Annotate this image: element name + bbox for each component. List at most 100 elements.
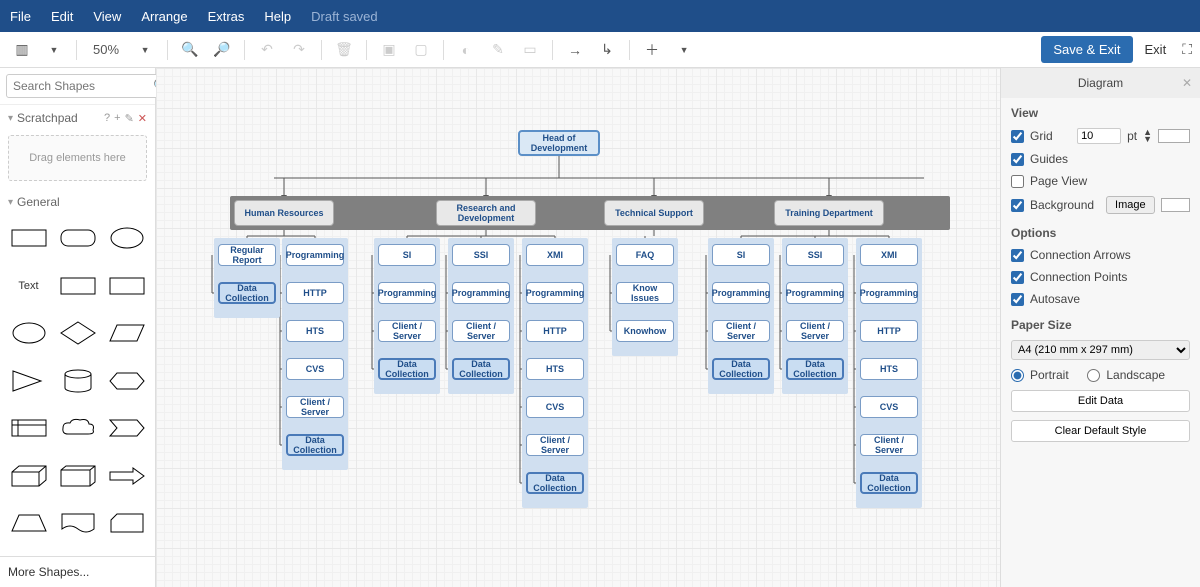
node-1-0-2[interactable]: Client / Server [378, 320, 436, 342]
menu-help[interactable]: Help [264, 9, 291, 24]
node-1-0-0[interactable]: SI [378, 244, 436, 266]
connection-icon[interactable]: → [561, 36, 589, 64]
node-0-1-5[interactable]: Data Collection [286, 434, 344, 456]
shape-diamond[interactable] [57, 318, 98, 348]
shape-cloud[interactable] [57, 413, 98, 443]
shape-roundrect[interactable] [57, 223, 98, 253]
image-button[interactable]: Image [1106, 196, 1155, 214]
node-3-0-3[interactable]: Data Collection [712, 358, 770, 380]
node-3-1-2[interactable]: Client / Server [786, 320, 844, 342]
shadow-icon[interactable]: ▭ [516, 36, 544, 64]
shape-cylinder[interactable] [57, 366, 98, 396]
edit-data-button[interactable]: Edit Data [1011, 390, 1190, 412]
zoom-out-icon[interactable]: 🔎 [208, 36, 236, 64]
node-3-2-2[interactable]: HTTP [860, 320, 918, 342]
node-3-2-5[interactable]: Client / Server [860, 434, 918, 456]
collapse-general-icon[interactable]: ▾ [8, 197, 13, 208]
conn-arrows-check[interactable] [1011, 249, 1024, 262]
zoom-dropdown-icon[interactable]: ▼ [131, 36, 159, 64]
node-3-1-1[interactable]: Programming [786, 282, 844, 304]
shape-internal-storage[interactable] [8, 413, 49, 443]
menu-arrange[interactable]: Arrange [141, 9, 187, 24]
menu-extras[interactable]: Extras [208, 9, 245, 24]
node-0-1-4[interactable]: Client / Server [286, 396, 344, 418]
to-front-icon[interactable]: ▣ [375, 36, 403, 64]
close-scratch-icon[interactable]: ✕ [138, 112, 147, 125]
canvas-area[interactable]: Head of DevelopmentHuman ResourcesResear… [156, 68, 1000, 587]
node-3-1-3[interactable]: Data Collection [786, 358, 844, 380]
node-2-0-0[interactable]: FAQ [616, 244, 674, 266]
node-3-2-3[interactable]: HTS [860, 358, 918, 380]
node-3-2-0[interactable]: XMI [860, 244, 918, 266]
zoom-in-icon[interactable]: 🔍 [176, 36, 204, 64]
autosave-check[interactable] [1011, 293, 1024, 306]
exit-button[interactable]: Exit [1137, 36, 1175, 63]
paper-size-select[interactable]: A4 (210 mm x 297 mm) [1011, 340, 1190, 360]
node-1-2-3[interactable]: HTS [526, 358, 584, 380]
scratchpad-dropzone[interactable]: Drag elements here [8, 135, 147, 181]
collapse-icon[interactable]: ▾ [8, 113, 13, 124]
node-dept-1[interactable]: Research and Development [436, 200, 536, 226]
line-color-icon[interactable]: ✎ [484, 36, 512, 64]
shape-hexagon[interactable] [106, 366, 147, 396]
node-0-0-1[interactable]: Data Collection [218, 282, 276, 304]
node-2-0-1[interactable]: Know Issues [616, 282, 674, 304]
shape-document[interactable] [57, 508, 98, 538]
more-shapes-button[interactable]: More Shapes... [0, 556, 155, 587]
node-1-2-4[interactable]: CVS [526, 396, 584, 418]
node-1-1-0[interactable]: SSI [452, 244, 510, 266]
node-1-0-1[interactable]: Programming [378, 282, 436, 304]
menu-edit[interactable]: Edit [51, 9, 73, 24]
shape-card[interactable] [106, 508, 147, 538]
shape-rect2[interactable] [57, 271, 98, 301]
node-1-1-3[interactable]: Data Collection [452, 358, 510, 380]
node-3-0-0[interactable]: SI [712, 244, 770, 266]
shape-arrow[interactable] [106, 461, 147, 491]
add-dropdown-icon[interactable]: ▼ [670, 36, 698, 64]
page-view-icon[interactable]: ▥ [8, 36, 36, 64]
shape-ellipse[interactable] [106, 223, 147, 253]
edit-scratch-icon[interactable]: ✎ [125, 112, 134, 125]
shape-rect[interactable] [8, 223, 49, 253]
node-3-2-1[interactable]: Programming [860, 282, 918, 304]
pageview-check[interactable] [1011, 175, 1024, 188]
node-1-2-6[interactable]: Data Collection [526, 472, 584, 494]
node-dept-0[interactable]: Human Resources [234, 200, 334, 226]
shape-trapezoid[interactable] [8, 508, 49, 538]
node-1-0-3[interactable]: Data Collection [378, 358, 436, 380]
shape-text[interactable]: Text [8, 271, 49, 301]
node-0-1-2[interactable]: HTS [286, 320, 344, 342]
grid-check[interactable] [1011, 130, 1024, 143]
shape-step[interactable] [106, 413, 147, 443]
node-3-2-6[interactable]: Data Collection [860, 472, 918, 494]
bg-color-swatch[interactable] [1161, 198, 1190, 212]
shape-parallelogram[interactable] [106, 318, 147, 348]
menu-view[interactable]: View [93, 9, 121, 24]
fill-icon[interactable]: ◐ [452, 36, 480, 64]
undo-icon[interactable]: ↶ [253, 36, 281, 64]
shape-triangle[interactable] [8, 366, 49, 396]
portrait-radio[interactable] [1011, 369, 1024, 382]
node-0-1-3[interactable]: CVS [286, 358, 344, 380]
node-1-2-2[interactable]: HTTP [526, 320, 584, 342]
save-exit-button[interactable]: Save & Exit [1041, 36, 1132, 63]
node-3-2-4[interactable]: CVS [860, 396, 918, 418]
background-check[interactable] [1011, 199, 1024, 212]
close-panel-icon[interactable]: ✕ [1182, 76, 1192, 90]
node-1-2-5[interactable]: Client / Server [526, 434, 584, 456]
clear-style-button[interactable]: Clear Default Style [1011, 420, 1190, 442]
search-shapes-input[interactable] [6, 74, 175, 98]
waypoint-icon[interactable]: ↳ [593, 36, 621, 64]
redo-icon[interactable]: ↷ [285, 36, 313, 64]
landscape-radio[interactable] [1087, 369, 1100, 382]
grid-color-swatch[interactable] [1158, 129, 1190, 143]
guides-check[interactable] [1011, 153, 1024, 166]
node-0-1-1[interactable]: HTTP [286, 282, 344, 304]
node-1-1-1[interactable]: Programming [452, 282, 510, 304]
menu-file[interactable]: File [10, 9, 31, 24]
zoom-level[interactable]: 50% [85, 42, 127, 57]
node-dept-2[interactable]: Technical Support [604, 200, 704, 226]
shape-rect3[interactable] [106, 271, 147, 301]
shape-cube[interactable] [8, 461, 49, 491]
delete-icon[interactable]: 🗑 [330, 36, 358, 64]
